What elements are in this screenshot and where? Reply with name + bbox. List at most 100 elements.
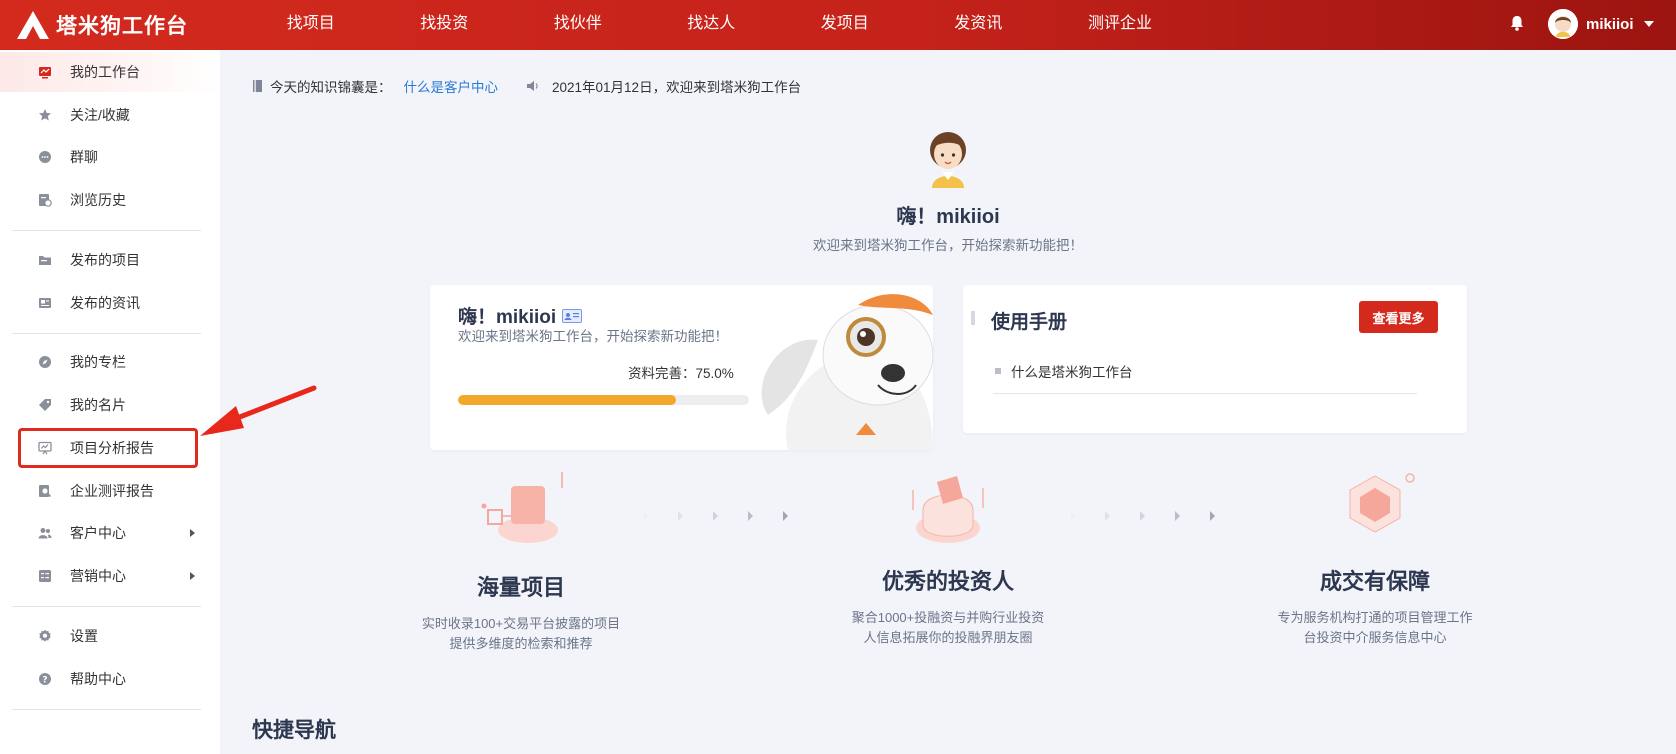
nav-post-project[interactable]: 发项目: [778, 0, 912, 50]
chevron-right-icon: [190, 572, 195, 580]
sidebar-item-my-column[interactable]: 我的专栏: [0, 342, 220, 382]
nav-post-news[interactable]: 发资讯: [912, 0, 1046, 50]
dog-mascot-icon: [761, 294, 933, 450]
sidebar-item-group-chat[interactable]: 群聊: [0, 137, 220, 177]
feature-investors: 优秀的投资人 聚合1000+投融资与并购行业投资 人信息拓展你的投融界朋友圈: [828, 564, 1068, 648]
feature-guarantee: 成交有保障 专为服务机构打通的项目管理工作 台投资中介服务信息中心: [1255, 564, 1495, 648]
book-icon: [253, 80, 262, 92]
manual-list-item[interactable]: 什么是塔米狗工作台: [995, 361, 1133, 381]
folder-icon: [39, 256, 51, 265]
feature-description: 专为服务机构打通的项目管理工作 台投资中介服务信息中心: [1255, 608, 1495, 648]
sidebar-item-settings[interactable]: 设置: [0, 616, 220, 656]
arrow-row-icon: [644, 511, 788, 521]
help-icon: ?: [39, 673, 51, 685]
guarantee-feature-icon: [1349, 473, 1415, 533]
sidebar-item-label: 帮助中心: [70, 671, 126, 687]
sidebar-item-workbench[interactable]: 我的工作台: [0, 52, 220, 92]
tip-prefix: 今天的知识锦囊是：: [270, 80, 392, 95]
bell-icon[interactable]: [1508, 14, 1526, 32]
user-avatar-illustration-icon: [930, 132, 966, 188]
divider: [993, 393, 1417, 394]
chevron-right-icon: [190, 529, 195, 537]
nav-find-project[interactable]: 找项目: [244, 0, 378, 50]
annotation-arrow-icon: [200, 385, 317, 436]
hero-subtitle: 欢迎来到塔米狗工作台，开始探索新功能把！: [813, 238, 1083, 253]
feature-title: 优秀的投资人: [881, 569, 1014, 594]
view-more-button[interactable]: 查看更多: [1359, 301, 1438, 333]
manual-title: 使用手册: [991, 312, 1068, 333]
investors-feature-icon: [912, 476, 984, 543]
sidebar-item-published-news[interactable]: 发布的资讯: [0, 283, 220, 323]
feature-desc-line: 实时收录100+交易平台披露的项目: [421, 616, 621, 631]
divider: [12, 333, 201, 334]
sidebar-item-business-card[interactable]: 我的名片: [0, 385, 220, 425]
search-report-icon: [39, 485, 52, 498]
nav-find-expert[interactable]: 找达人: [645, 0, 779, 50]
hero-title: 嗨！mikiioi: [896, 206, 1000, 228]
sidebar-item-label: 关注/收藏: [70, 107, 130, 123]
sidebar-item-favorites[interactable]: 关注/收藏: [0, 95, 220, 135]
brand-name: 塔米狗工作台: [56, 15, 188, 38]
user-avatar-icon: [1548, 9, 1578, 39]
manual-item-label: 什么是塔米狗工作台: [1011, 365, 1133, 380]
feature-desc-line: 提供多维度的检索和推荐: [449, 636, 593, 651]
feature-desc-line: 聚合1000+投融资与并购行业投资: [851, 610, 1045, 625]
knowledge-tip-bar: 今天的知识锦囊是： 什么是客户中心 2021年01月12日，欢迎来到塔米狗工作台: [252, 76, 801, 96]
main-nav: 找项目 找投资 找伙伴 找达人 发项目 发资讯 测评企业: [244, 0, 1195, 50]
sidebar-item-label: 营销中心: [70, 568, 126, 584]
sidebar: 我的工作台 关注/收藏 群聊 浏览历史 发布的项目 发布的资讯 我的专栏 我的名…: [0, 50, 220, 754]
sidebar-item-customer-center[interactable]: 客户中心: [0, 513, 220, 553]
chat-icon: [39, 151, 51, 163]
compass-icon: [39, 356, 51, 368]
feature-description: 实时收录100+交易平台披露的项目 提供多维度的检索和推荐: [401, 614, 641, 654]
bullet-icon: [995, 368, 1001, 374]
sidebar-item-label: 客户中心: [70, 525, 126, 541]
profile-subtitle: 欢迎来到塔米狗工作台，开始探索新功能把！: [458, 329, 728, 344]
sidebar-item-label: 我的名片: [70, 397, 126, 413]
marketing-icon: [39, 570, 51, 582]
divider: [12, 709, 201, 710]
sidebar-item-label: 设置: [70, 628, 98, 644]
feature-desc-line: 台投资中介服务信息中心: [1303, 630, 1447, 645]
projects-feature-icon: [481, 472, 563, 543]
title-accent-bar: [971, 311, 975, 325]
sidebar-item-company-evaluation-report[interactable]: 企业测评报告: [0, 471, 220, 511]
divider: [12, 606, 201, 607]
profile-progress-fill: [458, 395, 677, 405]
annotation-highlight-box: [18, 428, 198, 468]
nav-evaluate-company[interactable]: 测评企业: [1045, 0, 1195, 50]
arrow-row-icon: [1071, 511, 1215, 521]
id-card-icon[interactable]: [562, 308, 583, 323]
feature-desc-line: 专为服务机构打通的项目管理工作: [1277, 610, 1473, 625]
profile-progress-bar: [458, 395, 749, 405]
top-bar: 塔米狗工作台 找项目 找投资 找伙伴 找达人 发项目 发资讯 测评企业 miki…: [0, 0, 1676, 50]
gear-icon: [39, 629, 51, 642]
sidebar-item-label: 发布的资讯: [70, 295, 140, 311]
nav-find-investment[interactable]: 找投资: [378, 0, 512, 50]
sidebar-item-marketing-center[interactable]: 营销中心: [0, 556, 220, 596]
tamigo-logo-icon: [17, 11, 49, 39]
manual-card: 使用手册 查看更多 什么是塔米狗工作台: [963, 285, 1467, 433]
svg-text:?: ?: [42, 675, 47, 685]
chevron-down-icon: [1643, 21, 1654, 27]
tip-link[interactable]: 什么是客户中心: [404, 76, 499, 96]
announcement-text: 2021年01月12日，欢迎来到塔米狗工作台: [552, 80, 802, 95]
user-menu[interactable]: mikiioi: [1548, 8, 1654, 40]
news-icon: [39, 298, 51, 308]
profile-progress-label: 资料完善：75.0%: [628, 366, 734, 381]
feature-title: 成交有保障: [1319, 569, 1430, 594]
users-icon: [38, 528, 52, 539]
nav-find-partner[interactable]: 找伙伴: [511, 0, 645, 50]
feature-description: 聚合1000+投融资与并购行业投资 人信息拓展你的投融界朋友圈: [828, 608, 1068, 648]
feature-desc-line: 人信息拓展你的投融界朋友圈: [863, 630, 1033, 645]
sidebar-item-label: 我的专栏: [70, 354, 126, 370]
feature-title: 海量项目: [476, 575, 565, 600]
username: mikiioi: [1586, 15, 1634, 33]
sidebar-item-label: 我的工作台: [70, 64, 140, 80]
sidebar-item-label: 群聊: [70, 149, 98, 165]
divider: [12, 230, 201, 231]
sidebar-item-help-center[interactable]: ? 帮助中心: [0, 659, 220, 699]
quick-nav-title: 快捷导航: [252, 719, 336, 742]
brand[interactable]: 塔米狗工作台: [16, 9, 188, 41]
sidebar-item-label: 企业测评报告: [70, 483, 154, 499]
